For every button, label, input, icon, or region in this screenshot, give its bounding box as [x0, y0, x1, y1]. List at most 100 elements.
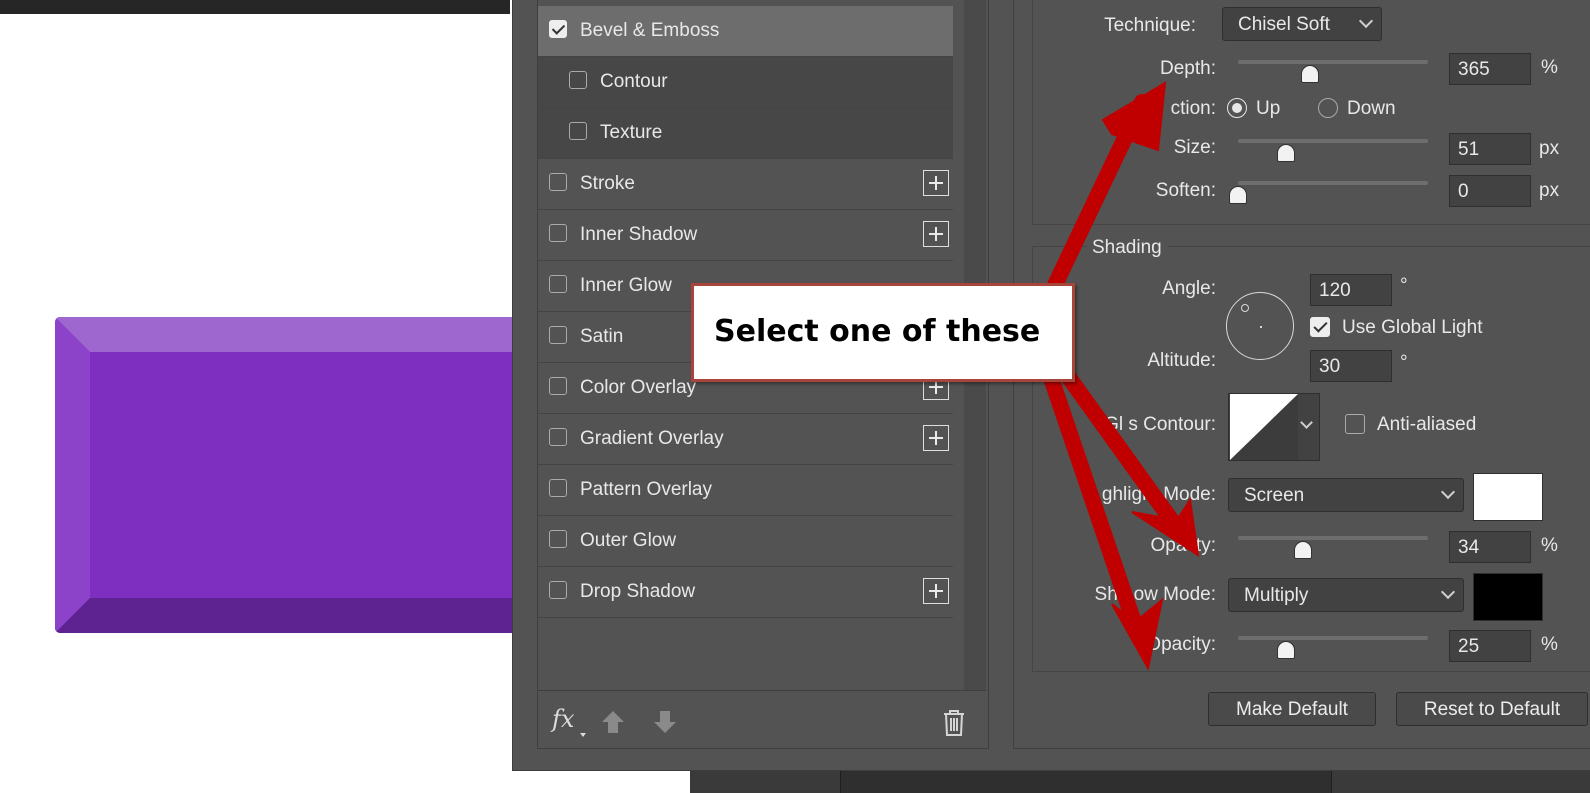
highlight-opacity-slider[interactable] — [1238, 536, 1428, 540]
fx-icon[interactable]: fx — [552, 705, 574, 733]
gloss-contour-picker[interactable] — [1228, 393, 1320, 461]
shadow-mode-value: Multiply — [1244, 585, 1309, 606]
fx-menu-caret-icon — [580, 733, 586, 737]
trash-icon[interactable] — [941, 707, 967, 737]
style-item-label: Texture — [600, 122, 663, 143]
altitude-input[interactable]: 30 — [1310, 350, 1392, 382]
angle-dial-center — [1260, 326, 1262, 328]
highlight-mode-value: Screen — [1244, 485, 1305, 506]
anti-aliased-checkbox[interactable] — [1345, 414, 1365, 434]
shadow-mode-dropdown[interactable]: Multiply — [1228, 578, 1464, 612]
highlight-mode-dropdown[interactable]: Screen — [1228, 478, 1464, 512]
angle-dial[interactable] — [1226, 292, 1294, 360]
size-label: Size: — [1173, 137, 1216, 158]
direction-label: ction: — [1170, 98, 1216, 119]
depth-label: Depth: — [1160, 58, 1216, 79]
style-item[interactable]: Texture — [538, 108, 953, 159]
style-checkbox[interactable] — [549, 581, 567, 599]
direction-up-radio[interactable] — [1227, 98, 1247, 118]
soften-unit: px — [1539, 180, 1560, 201]
highlight-opacity-slider-thumb[interactable] — [1293, 541, 1312, 559]
style-item[interactable]: Stroke — [538, 159, 953, 210]
highlight-color-swatch[interactable] — [1473, 473, 1543, 521]
add-style-instance-icon[interactable] — [923, 578, 949, 604]
soften-label: Soften: — [1155, 180, 1216, 201]
gloss-contour-preview — [1230, 394, 1298, 460]
angle-unit: ° — [1400, 275, 1408, 296]
style-checkbox[interactable] — [549, 20, 567, 38]
style-checkbox[interactable] — [549, 326, 567, 344]
highlight-mode-label: H ghlight Mode: — [1082, 484, 1216, 505]
styles-panel-footer: fx — [538, 690, 986, 749]
direction-up-label: Up — [1256, 98, 1281, 119]
style-item-label: Color Overlay — [580, 377, 697, 398]
callout-text: Select one of these — [714, 314, 1041, 349]
use-global-light-label: Use Global Light — [1342, 317, 1483, 338]
size-slider[interactable] — [1238, 139, 1428, 143]
highlight-opacity-label: Opa ity: — [1150, 535, 1216, 556]
style-item[interactable]: Outer Glow — [538, 516, 953, 567]
direction-down-radio[interactable] — [1318, 98, 1338, 118]
use-global-light-checkbox[interactable] — [1310, 317, 1330, 337]
style-item-label: Gradient Overlay — [580, 428, 724, 449]
soften-input[interactable]: 0 — [1449, 175, 1531, 207]
style-item-label: Inner Glow — [580, 275, 672, 296]
chevron-down-icon — [1440, 584, 1456, 600]
style-checkbox[interactable] — [549, 479, 567, 497]
style-item-label: Inner Shadow — [580, 224, 698, 245]
bevel-shadow-edge — [55, 598, 525, 633]
style-checkbox[interactable] — [549, 530, 567, 548]
shadow-opacity-input[interactable]: 25 — [1449, 630, 1531, 662]
style-item-label: Outer Glow — [580, 530, 677, 551]
move-down-arrow-icon[interactable] — [652, 709, 678, 735]
size-slider-thumb[interactable] — [1276, 144, 1295, 162]
move-up-arrow-icon[interactable] — [600, 709, 626, 735]
add-style-instance-icon[interactable] — [923, 425, 949, 451]
style-item-label: Drop Shadow — [580, 581, 696, 602]
depth-slider[interactable] — [1238, 60, 1428, 64]
size-input[interactable]: 51 — [1449, 133, 1531, 165]
add-style-instance-icon[interactable] — [923, 170, 949, 196]
highlight-opacity-input[interactable]: 34 — [1449, 531, 1531, 563]
style-checkbox[interactable] — [549, 275, 567, 293]
style-item[interactable]: Inner Shadow — [538, 210, 953, 261]
chevron-down-icon — [1358, 13, 1374, 29]
style-checkbox[interactable] — [549, 224, 567, 242]
direction-down-label: Down — [1347, 98, 1396, 119]
make-default-button[interactable]: Make Default — [1208, 692, 1376, 726]
style-item[interactable]: Drop Shadow — [538, 567, 953, 618]
style-checkbox[interactable] — [569, 71, 587, 89]
shading-legend: Shading — [1086, 237, 1168, 259]
shadow-color-swatch[interactable] — [1473, 573, 1543, 621]
size-unit: px — [1539, 138, 1560, 159]
reset-to-default-button[interactable]: Reset to Default — [1396, 692, 1588, 726]
anti-aliased-label: Anti-aliased — [1377, 414, 1477, 435]
shadow-opacity-slider-thumb[interactable] — [1276, 641, 1295, 659]
application-top-bar — [0, 0, 510, 14]
shadow-opacity-label: Opacity: — [1146, 634, 1216, 655]
soften-slider[interactable] — [1238, 181, 1428, 185]
shadow-opacity-slider[interactable] — [1238, 636, 1428, 640]
style-item-label: Pattern Overlay — [580, 479, 712, 500]
angle-input[interactable]: 120 — [1310, 274, 1392, 306]
style-checkbox[interactable] — [549, 428, 567, 446]
style-item[interactable]: Contour — [538, 57, 953, 108]
style-checkbox[interactable] — [549, 377, 567, 395]
technique-label: Technique: — [1104, 15, 1196, 36]
highlight-opacity-unit: % — [1541, 535, 1558, 556]
style-checkbox[interactable] — [549, 173, 567, 191]
angle-label: Angle: — [1162, 278, 1216, 299]
style-item[interactable]: Bevel & Emboss — [538, 6, 953, 57]
depth-input[interactable]: 365 — [1449, 53, 1531, 85]
technique-value: Chisel Soft — [1238, 14, 1330, 35]
soften-slider-thumb[interactable] — [1229, 186, 1247, 204]
style-item[interactable]: Gradient Overlay — [538, 414, 953, 465]
technique-dropdown[interactable]: Chisel Soft — [1222, 7, 1382, 41]
depth-slider-thumb[interactable] — [1301, 65, 1320, 83]
style-item[interactable]: Pattern Overlay — [538, 465, 953, 516]
chevron-down-icon — [1300, 416, 1313, 429]
style-checkbox[interactable] — [569, 122, 587, 140]
add-style-instance-icon[interactable] — [923, 221, 949, 247]
altitude-label: Altitude: — [1147, 350, 1216, 371]
style-item-label: Contour — [600, 71, 668, 92]
